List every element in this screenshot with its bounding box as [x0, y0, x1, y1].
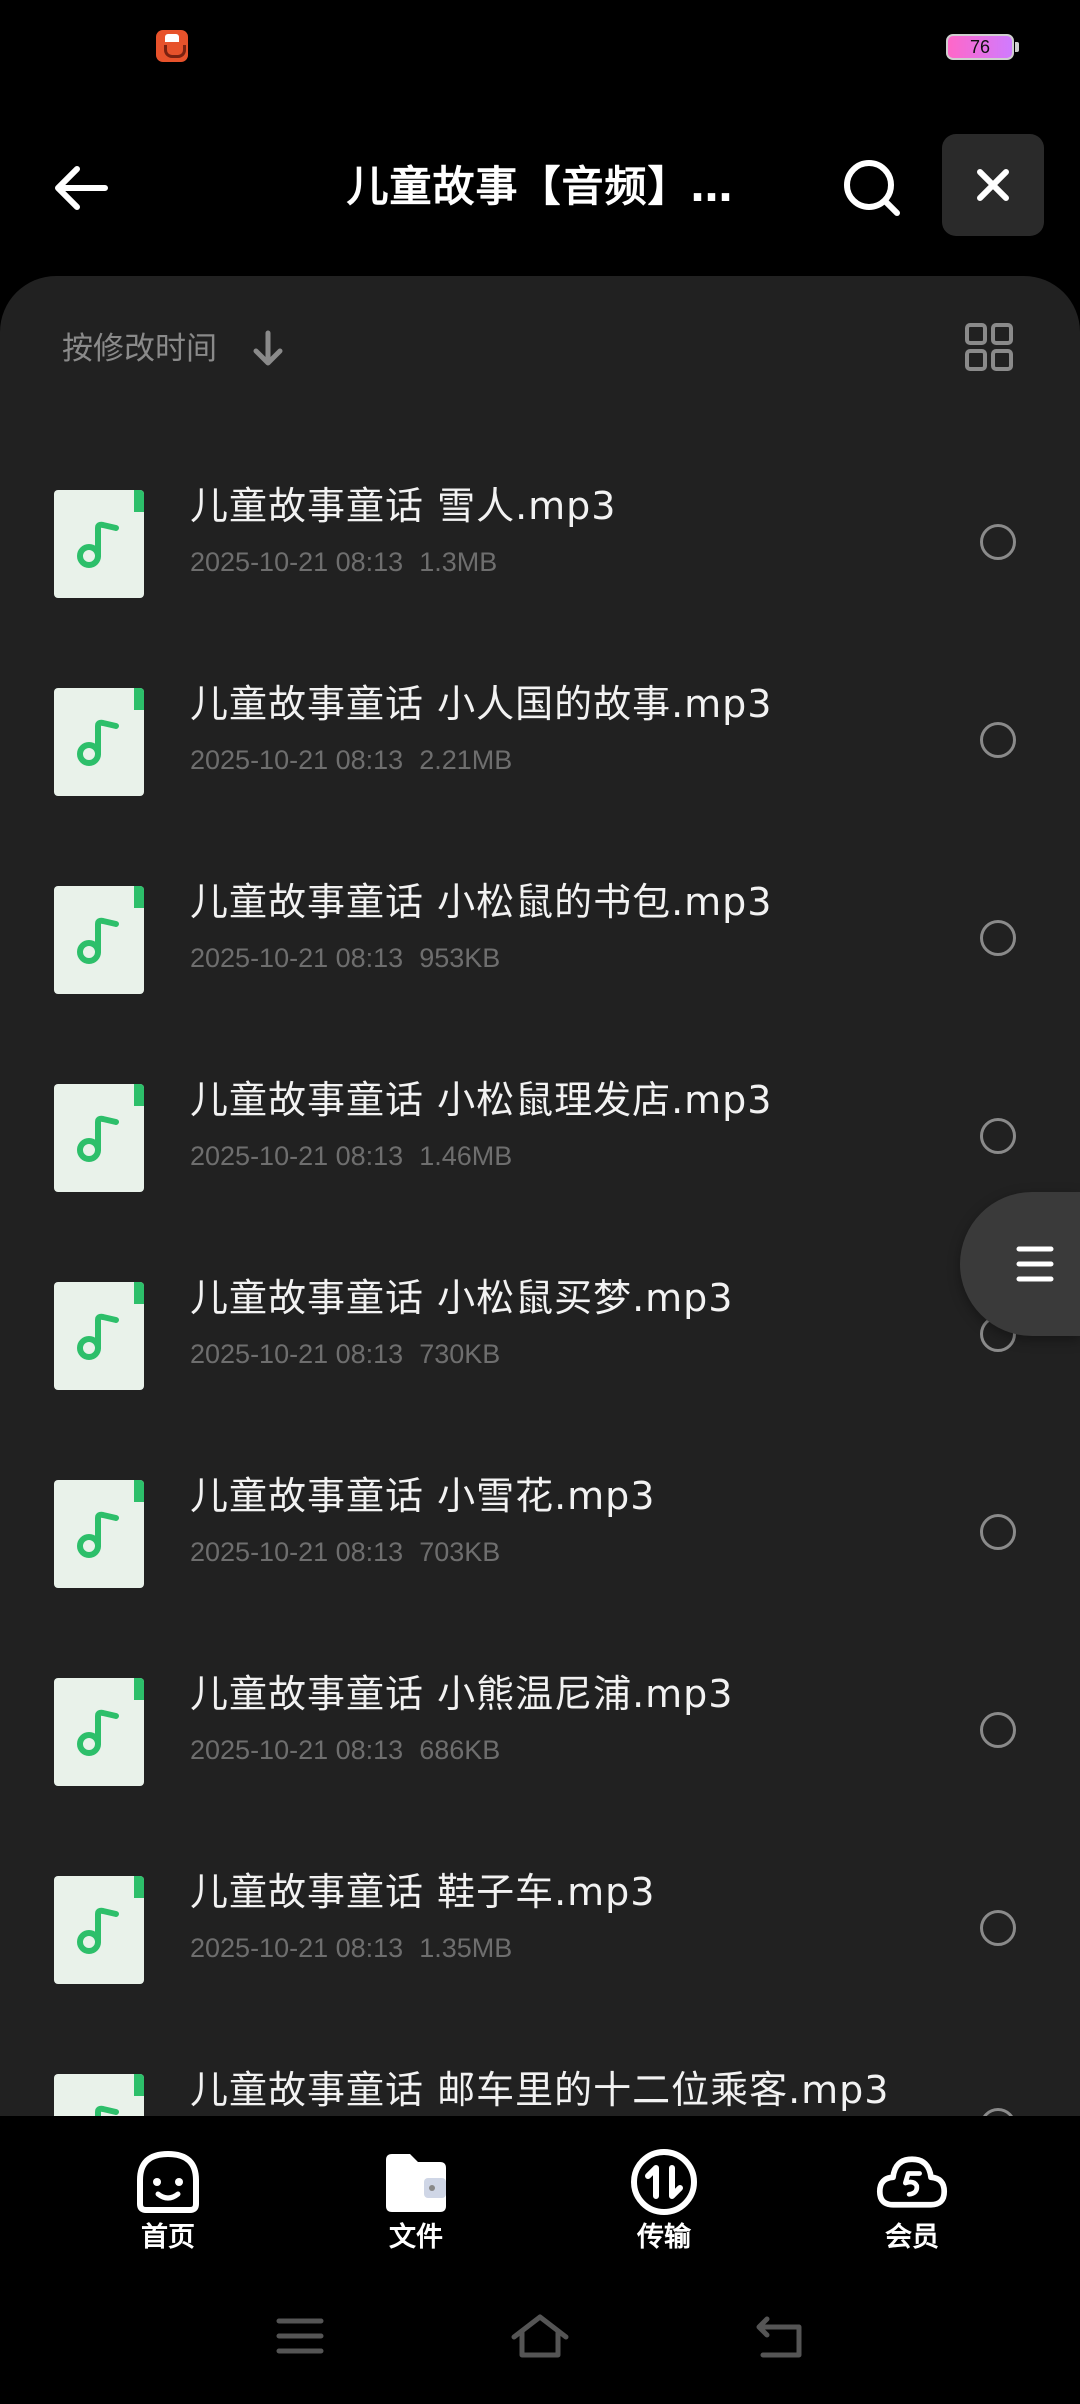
select-radio[interactable]: [980, 1910, 1016, 1946]
back-button[interactable]: [36, 148, 126, 228]
file-date: 2025-10-21 08:13: [190, 1933, 404, 1963]
audio-file-icon: [54, 1282, 144, 1390]
file-date: 2025-10-21 08:13: [190, 1141, 404, 1171]
search-icon: [844, 160, 900, 216]
battery-indicator: 76: [946, 34, 1019, 60]
back-icon: [756, 2316, 802, 2358]
file-row[interactable]: 儿童故事童话 小松鼠买梦.mp3 2025-10-21 08:13 730KB: [0, 1246, 1080, 1444]
menu-button[interactable]: [250, 2294, 350, 2378]
file-size: 686KB: [419, 1735, 501, 1765]
file-date: 2025-10-21 08:13: [190, 1537, 404, 1567]
file-date: 2025-10-21 08:13: [190, 547, 404, 577]
file-row[interactable]: 儿童故事童话 邮车里的十二位乘客.mp3: [0, 2038, 1080, 2116]
audio-file-icon: [54, 1480, 144, 1588]
search-button[interactable]: [828, 148, 916, 228]
file-row[interactable]: 儿童故事童话 小人国的故事.mp3 2025-10-21 08:13 2.21MB: [0, 652, 1080, 850]
file-list: 儿童故事童话 雪人.mp3 2025-10-21 08:13 1.3MB 儿童故事…: [0, 454, 1080, 2116]
file-name: 儿童故事童话 邮车里的十二位乘客.mp3: [190, 2068, 890, 2112]
arrow-down-icon[interactable]: [248, 324, 288, 374]
file-meta: 2025-10-21 08:13 953KB: [190, 938, 500, 978]
file-row[interactable]: 儿童故事童话 小雪花.mp3 2025-10-21 08:13 703KB: [0, 1444, 1080, 1642]
cloud-vip-icon: [876, 2146, 948, 2218]
file-list-panel: 按修改时间 儿童故事童话 雪人.mp3 2025-10-21 08:13 1.3M…: [0, 276, 1080, 2116]
audio-file-icon: [54, 1876, 144, 1984]
select-radio[interactable]: [980, 1514, 1016, 1550]
tab-files[interactable]: 文件: [316, 2116, 516, 2266]
select-radio[interactable]: [980, 1712, 1016, 1748]
file-meta: 2025-10-21 08:13 1.3MB: [190, 542, 497, 582]
game-center-icon: [156, 30, 188, 62]
file-size: 1.3MB: [419, 547, 498, 577]
tab-home[interactable]: 首页: [68, 2116, 268, 2266]
file-date: 2025-10-21 08:13: [190, 745, 404, 775]
folder-icon: [380, 2146, 452, 2218]
grid-view-icon[interactable]: [958, 316, 1020, 378]
transfer-icon: [628, 2146, 700, 2218]
file-name: 儿童故事童话 小熊温尼浦.mp3: [190, 1672, 734, 1716]
tab-label: 传输: [637, 2222, 691, 2253]
file-name: 儿童故事童话 小人国的故事.mp3: [190, 682, 773, 726]
tab-vip[interactable]: 会员: [812, 2116, 1012, 2266]
bottom-tab-bar: 首页 文件 传输 会员: [0, 2116, 1080, 2266]
file-name: 儿童故事童话 小雪花.mp3: [190, 1474, 656, 1518]
tab-label: 会员: [885, 2222, 939, 2253]
file-size: 1.35MB: [419, 1933, 513, 1963]
select-radio[interactable]: [980, 722, 1016, 758]
file-date: 2025-10-21 08:13: [190, 1735, 404, 1765]
file-size: 953KB: [419, 943, 501, 973]
file-meta: 2025-10-21 08:13 2.21MB: [190, 740, 512, 780]
file-meta: 2025-10-21 08:13 1.46MB: [190, 1136, 512, 1176]
file-name: 儿童故事童话 鞋子车.mp3: [190, 1870, 656, 1914]
sort-button[interactable]: 按修改时间: [62, 324, 217, 374]
file-date: 2025-10-21 08:13: [190, 1339, 404, 1369]
menu-icon: [276, 2318, 324, 2354]
tab-transfer[interactable]: 传输: [564, 2116, 764, 2266]
home-icon: [511, 2314, 569, 2358]
file-meta: 2025-10-21 08:13 703KB: [190, 1532, 500, 1572]
select-radio[interactable]: [980, 524, 1016, 560]
audio-file-icon: [54, 490, 144, 598]
file-size: 730KB: [419, 1339, 501, 1369]
select-radio[interactable]: [980, 2108, 1016, 2116]
tab-label: 首页: [141, 2222, 195, 2253]
close-button[interactable]: [942, 134, 1044, 236]
file-name: 儿童故事童话 雪人.mp3: [190, 484, 617, 528]
file-name: 儿童故事童话 小松鼠的书包.mp3: [190, 880, 773, 924]
audio-file-icon: [54, 886, 144, 994]
file-size: 1.46MB: [419, 1141, 513, 1171]
file-meta: 2025-10-21 08:13 730KB: [190, 1334, 500, 1374]
arrow-left-icon: [55, 166, 108, 210]
system-nav-bar: [0, 2266, 1080, 2404]
file-meta: 2025-10-21 08:13 1.35MB: [190, 1928, 512, 1968]
file-row[interactable]: 儿童故事童话 雪人.mp3 2025-10-21 08:13 1.3MB: [0, 454, 1080, 652]
audio-file-icon: [54, 1084, 144, 1192]
status-bar: 76: [0, 0, 1080, 96]
audio-file-icon: [54, 688, 144, 796]
back-nav-button[interactable]: [730, 2294, 830, 2378]
file-size: 2.21MB: [419, 745, 513, 775]
menu-lines-icon: [1016, 1246, 1054, 1282]
tab-label: 文件: [389, 2222, 443, 2253]
file-row[interactable]: 儿童故事童话 小松鼠理发店.mp3 2025-10-21 08:13 1.46MB: [0, 1048, 1080, 1246]
select-radio[interactable]: [980, 920, 1016, 956]
file-date: 2025-10-21 08:13: [190, 943, 404, 973]
file-name: 儿童故事童话 小松鼠理发店.mp3: [190, 1078, 773, 1122]
audio-file-icon: [54, 1678, 144, 1786]
smiley-home-icon: [132, 2146, 204, 2218]
file-size: 703KB: [419, 1537, 501, 1567]
file-row[interactable]: 儿童故事童话 小熊温尼浦.mp3 2025-10-21 08:13 686KB: [0, 1642, 1080, 1840]
select-radio[interactable]: [980, 1118, 1016, 1154]
audio-file-icon: [54, 2074, 144, 2116]
close-icon: [977, 169, 1009, 201]
file-name: 儿童故事童话 小松鼠买梦.mp3: [190, 1276, 734, 1320]
home-button[interactable]: [490, 2294, 590, 2378]
sort-bar: 按修改时间: [0, 276, 1080, 416]
file-row[interactable]: 儿童故事童话 鞋子车.mp3 2025-10-21 08:13 1.35MB: [0, 1840, 1080, 2038]
file-meta: 2025-10-21 08:13 686KB: [190, 1730, 500, 1770]
page-title: 儿童故事【音频】…: [346, 162, 734, 211]
header: 儿童故事【音频】…: [0, 96, 1080, 276]
file-row[interactable]: 儿童故事童话 小松鼠的书包.mp3 2025-10-21 08:13 953KB: [0, 850, 1080, 1048]
